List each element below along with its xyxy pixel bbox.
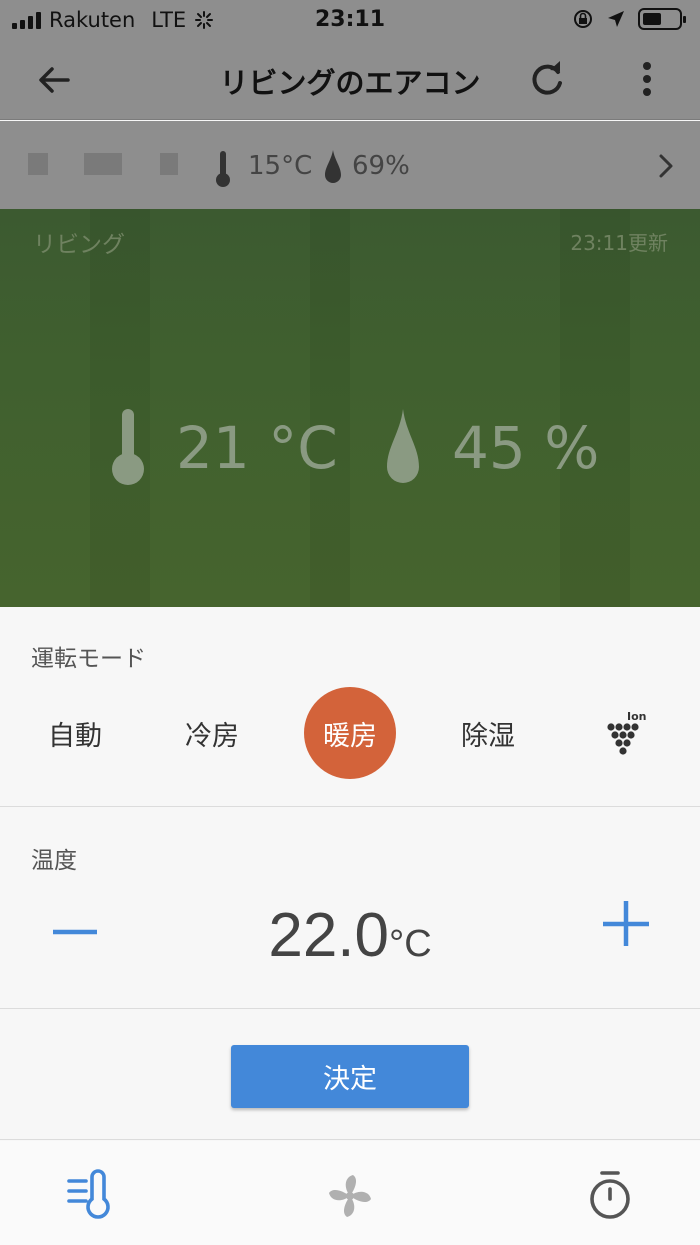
mode-auto-button[interactable]: 自動 [29, 687, 121, 779]
increase-temperature-button[interactable] [602, 898, 650, 946]
thermometer-icon [112, 409, 144, 485]
blurred-location [160, 153, 178, 175]
battery-icon [638, 8, 686, 30]
confirm-button[interactable]: 決定 [231, 1045, 469, 1108]
refresh-icon[interactable] [526, 58, 568, 100]
mode-ion-button[interactable]: Ion [580, 687, 672, 779]
mode-cool-button[interactable]: 冷房 [166, 687, 258, 779]
outdoor-conditions-bar[interactable]: 15°C 69% [0, 121, 700, 209]
confirm-section: 決定 [0, 1010, 700, 1140]
thermometer-icon [216, 151, 230, 187]
page-title: リビングのエアコン [219, 66, 481, 100]
mode-section-label: 運転モード [31, 646, 146, 672]
mode-dry-button[interactable]: 除湿 [442, 687, 534, 779]
droplet-icon [387, 409, 419, 483]
svg-text:Ion: Ion [627, 710, 646, 723]
fan-tab-icon[interactable] [323, 1169, 377, 1223]
background-texture [310, 209, 350, 607]
ion-icon: Ion [607, 710, 646, 755]
room-status-panel: リビング 23:11更新 21 °C 45 % [0, 209, 700, 607]
location-icon [608, 11, 624, 27]
bottom-tab-bar [0, 1141, 700, 1245]
more-vert-icon[interactable] [632, 58, 662, 100]
rotation-lock-icon [574, 10, 592, 28]
outdoor-temperature: 15°C [248, 151, 313, 181]
temperature-setpoint: 22.0°C [0, 900, 700, 971]
outdoor-humidity: 69% [352, 151, 410, 181]
temperature-section-label: 温度 [31, 848, 77, 874]
app-bar: リビングのエアコン [0, 40, 700, 120]
setpoint-unit: °C [389, 923, 432, 965]
room-temperature: 21 °C [176, 414, 338, 482]
blurred-location [28, 153, 48, 175]
background-texture [560, 209, 630, 607]
updated-time: 23:11更新 [570, 231, 668, 255]
timer-tab-icon[interactable] [583, 1169, 637, 1223]
thermostat-tab-icon[interactable] [66, 1169, 120, 1223]
room-humidity: 45 % [452, 414, 600, 482]
operation-mode-section: 運転モード 自動 冷房 暖房 除湿 Ion [0, 607, 700, 807]
blurred-location [84, 153, 122, 175]
mode-heat-button[interactable]: 暖房 [304, 687, 396, 779]
chevron-right-icon[interactable] [654, 151, 678, 181]
room-name: リビング [33, 232, 125, 258]
droplet-icon [325, 150, 341, 183]
setpoint-value: 22.0 [268, 901, 390, 970]
dimmed-header-area: Rakuten LTE 23:11 リビングのエアコン 15°C 69% リビン… [0, 0, 700, 607]
temperature-section: 温度 22.0°C [0, 808, 700, 1009]
status-bar: Rakuten LTE 23:11 [0, 0, 700, 40]
